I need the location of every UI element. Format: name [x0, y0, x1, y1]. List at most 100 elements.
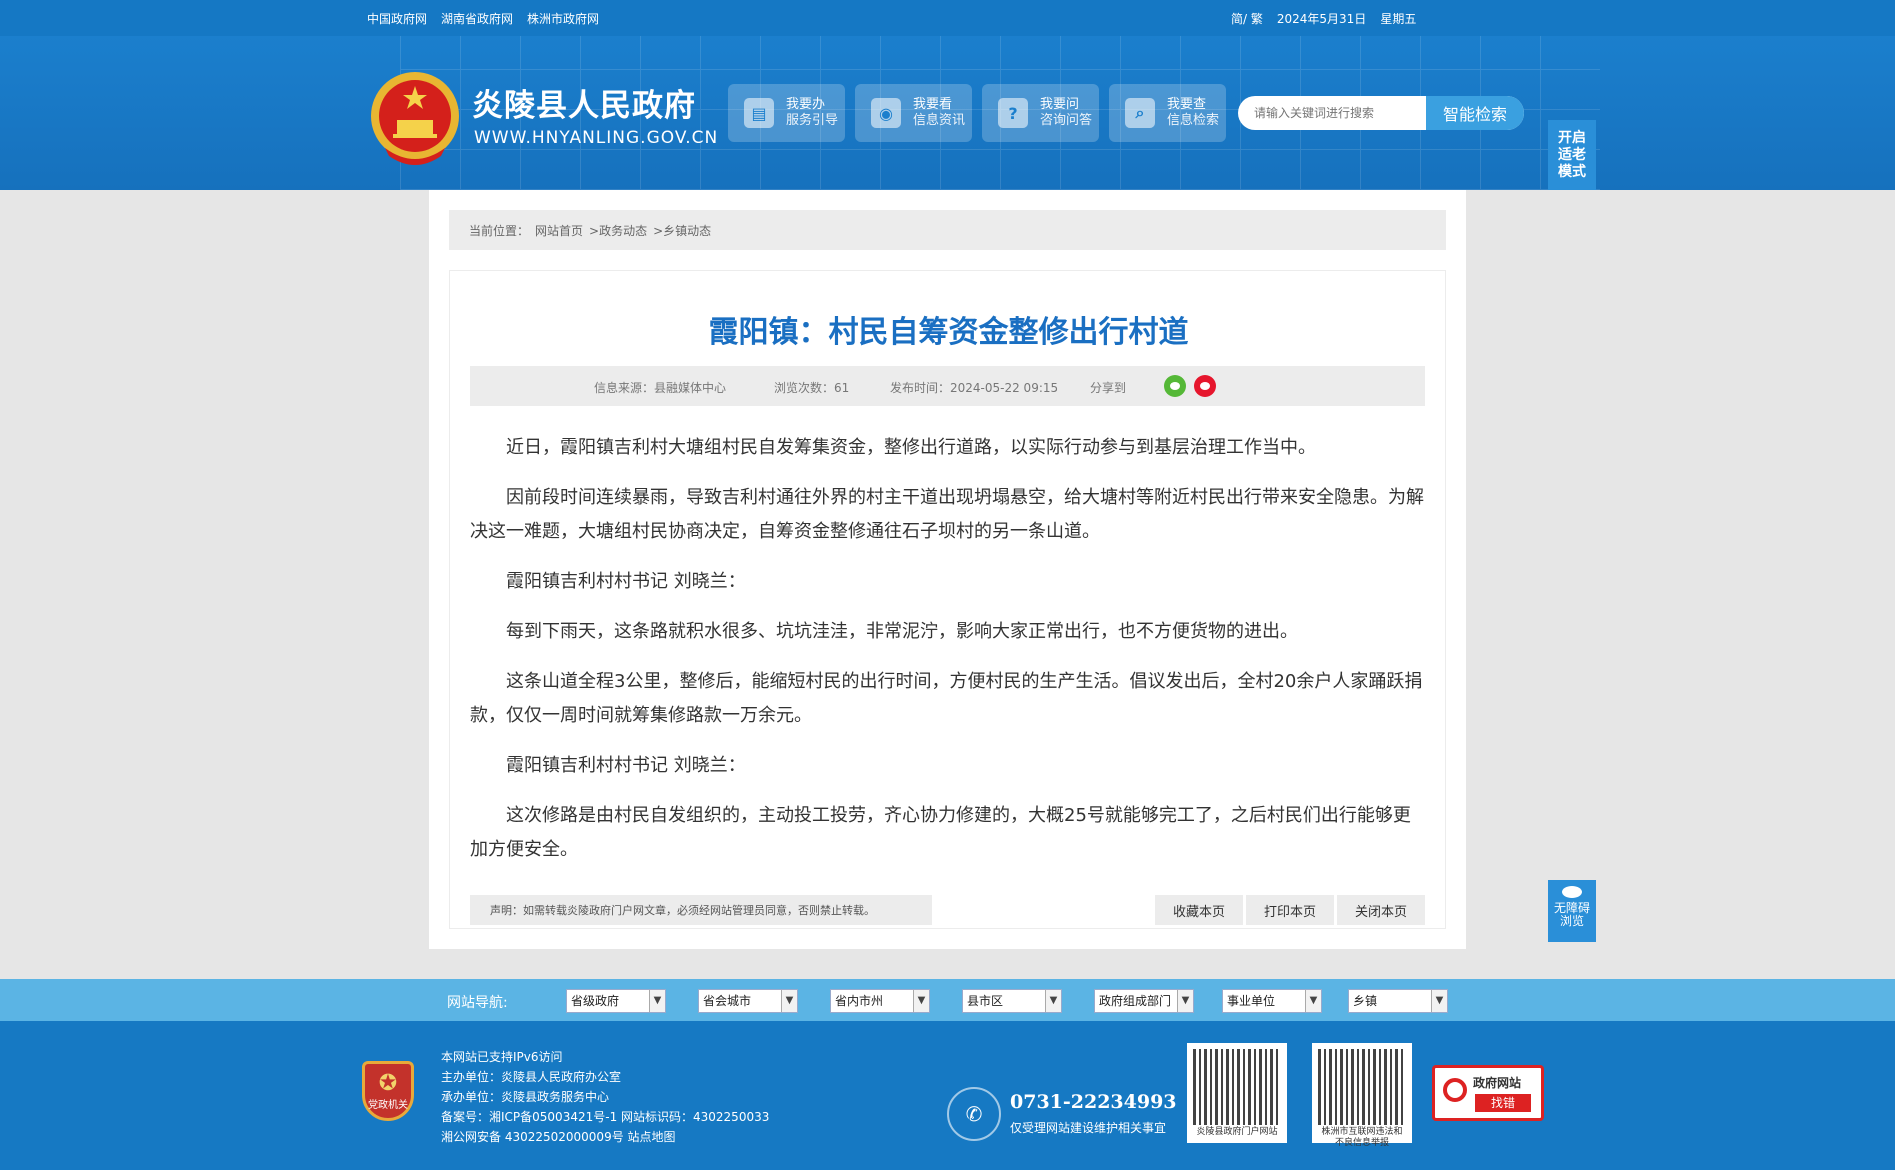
select-province-cities[interactable]: 省内市州 ▼ — [830, 989, 930, 1013]
badge-icon: ✪ — [378, 1071, 398, 1096]
weibo-share-icon[interactable] — [1194, 375, 1216, 397]
elder-mode-line3: 模式 — [1558, 164, 1586, 180]
top-right: 简/ 繁 2024年5月31日 星期五 — [1231, 10, 1416, 27]
select-value: 政府组成部门 — [1099, 994, 1172, 1008]
article-views: 浏览次数：61 — [774, 381, 850, 395]
eye-icon: ◉ — [871, 98, 901, 128]
breadcrumb-home[interactable]: 网站首页 — [535, 222, 583, 239]
link-gov-cn[interactable]: 中国政府网 — [367, 10, 427, 27]
wechat-share-icon[interactable] — [1164, 375, 1186, 397]
quick-view-button[interactable]: ◉ 我要看 信息资讯 — [855, 84, 972, 142]
select-value: 事业单位 — [1227, 994, 1276, 1008]
link-hunan-gov[interactable]: 湖南省政府网 — [441, 10, 513, 27]
chevron-down-icon: ▼ — [1177, 990, 1193, 1012]
qr-caption: 株洲市互联网违法和不良信息举报 — [1321, 1127, 1403, 1148]
quick-serve-title: 我要办 — [786, 97, 826, 112]
select-institutions[interactable]: 事业单位 ▼ — [1222, 989, 1322, 1013]
accessibility-button[interactable]: 无障碍 浏览 — [1548, 880, 1596, 942]
breadcrumb-gov-news[interactable]: >政务动态 — [589, 222, 647, 239]
chevron-down-icon: ▼ — [781, 990, 797, 1012]
gov-site-report-error-button[interactable]: 政府网站 找错 — [1432, 1065, 1544, 1121]
eye-icon — [1562, 886, 1582, 898]
chevron-down-icon: ▼ — [1431, 990, 1447, 1012]
quick-serve-sub: 服务引导 — [786, 113, 839, 128]
quick-search-button[interactable]: ⌕ 我要查 信息检索 — [1109, 84, 1226, 142]
print-button[interactable]: 打印本页 — [1246, 895, 1334, 925]
close-page-button[interactable]: 关闭本页 — [1337, 895, 1425, 925]
footer-icp[interactable]: 备案号：湘ICP备05003421号-1 网站标识码：4302250033 — [441, 1107, 769, 1127]
search-icon: ⌕ — [1125, 98, 1155, 128]
article-title: 霞阳镇：村民自筹资金整修出行村道 — [708, 315, 1189, 350]
select-value: 县市区 — [967, 994, 1004, 1008]
article: 霞阳镇：村民自筹资金整修出行村道 信息来源：县融媒体中心 浏览次数：61 发布时… — [449, 270, 1446, 929]
footer-police-record[interactable]: 湘公网安备 43022502000009号 站点地图 — [441, 1127, 769, 1147]
article-paragraph: 这次修路是由村民自发组织的，主动投工投劳，齐心协力修建的，大概25号就能够完工了… — [470, 805, 1411, 860]
top-links: 中国政府网 湖南省政府网 株洲市政府网 — [367, 10, 599, 27]
quick-ask-sub: 咨询问答 — [1040, 113, 1093, 128]
footer-phone: 0731-22234993 — [1010, 1091, 1177, 1113]
phone-icon: ✆ — [947, 1087, 1001, 1141]
doc-icon: ▤ — [744, 98, 774, 128]
a11y-line2: 浏览 — [1559, 914, 1584, 928]
site-nav-bar: 网站导航: 省级政府 ▼ 省会城市 ▼ 省内市州 ▼ 县市区 ▼ 政府组成部门 ▼ 事业单… — [0, 979, 1895, 1021]
footer-phone-note: 仅受理网站建设维护相关事宜 — [1010, 1121, 1167, 1135]
reprint-notice: 声明：如需转载炎陵政府门户网文章，必须经网站管理员同意，否则禁止转载。 — [470, 895, 932, 925]
article-paragraph: 每到下雨天，这条路就积水很多、坑坑洼洼，非常泥泞，影响大家正常出行，也不方便货物… — [506, 621, 1298, 642]
site-title[interactable]: 炎陵县人民政府 — [472, 80, 696, 125]
select-capital-city[interactable]: 省会城市 ▼ — [698, 989, 798, 1013]
qr-code-icon — [1193, 1049, 1281, 1125]
question-icon: ? — [998, 98, 1028, 128]
quick-search-title: 我要查 — [1167, 97, 1207, 112]
footer-ipv6: 本网站已支持IPv6访问 — [441, 1050, 563, 1064]
article-source: 信息来源：县融媒体中心 — [594, 381, 727, 395]
chevron-down-icon: ▼ — [649, 990, 665, 1012]
gov-find-label: 找错 — [1475, 1094, 1531, 1112]
breadcrumb-town-news[interactable]: >乡镇动态 — [653, 222, 711, 239]
lang-switch[interactable]: 简/ 繁 — [1231, 10, 1263, 27]
gov-find-title: 政府网站 — [1473, 1076, 1522, 1090]
select-value: 省内市州 — [835, 994, 884, 1008]
magnifier-icon — [1443, 1078, 1467, 1102]
footer-info: 本网站已支持IPv6访问 主办单位：炎陵县人民政府办公室 承办单位：炎陵县政务服… — [441, 1047, 769, 1147]
quick-search-sub: 信息检索 — [1167, 113, 1220, 128]
chevron-down-icon: ▼ — [913, 990, 929, 1012]
footer-host: 主办单位：炎陵县人民政府办公室 — [441, 1070, 622, 1084]
badge-label: 党政机关 — [368, 1100, 408, 1111]
footer-operator: 承办单位：炎陵县政务服务中心 — [441, 1090, 610, 1104]
qr-code-report: 株洲市互联网违法和不良信息举报 — [1312, 1043, 1412, 1148]
share-label: 分享到 — [1090, 381, 1127, 395]
article-body: 近日，霞阳镇吉利村大塘组村民自发筹集资金，整修出行道路，以实际行动参与到基层治理… — [470, 431, 1425, 883]
select-provincial-gov[interactable]: 省级政府 ▼ — [566, 989, 666, 1013]
quick-serve-button[interactable]: ▤ 我要办 服务引导 — [728, 84, 845, 142]
site-url: WWW.HNYANLING.GOV.CN — [474, 128, 719, 148]
site-footer: ✪ 党政机关 本网站已支持IPv6访问 主办单位：炎陵县人民政府办公室 承办单位… — [0, 1021, 1895, 1170]
breadcrumb-label: 当前位置： — [469, 223, 530, 238]
article-paragraph: 因前段时间连续暴雨，导致吉利村通往外界的村主干道出现坍塌悬空，给大塘村等附近村民… — [470, 487, 1424, 542]
select-towns[interactable]: 乡镇 ▼ — [1348, 989, 1448, 1013]
article-paragraph: 霞阳镇吉利村村书记 刘晓兰： — [506, 571, 746, 592]
select-value: 乡镇 — [1353, 994, 1378, 1008]
nav-label: 网站导航: — [447, 995, 508, 1011]
quick-ask-button[interactable]: ? 我要问 咨询问答 — [982, 84, 1099, 142]
party-gov-badge[interactable]: ✪ 党政机关 — [362, 1061, 414, 1121]
select-counties[interactable]: 县市区 ▼ — [962, 989, 1062, 1013]
national-emblem-icon — [371, 72, 459, 165]
elder-mode-line2: 适老 — [1558, 147, 1586, 163]
select-value: 省会城市 — [703, 994, 752, 1008]
article-paragraph: 近日，霞阳镇吉利村大塘组村民自发筹集资金，整修出行道路，以实际行动参与到基层治理… — [506, 437, 1316, 458]
elder-mode-button[interactable]: 开启 适老 模式 — [1548, 120, 1596, 190]
main-content: 当前位置： 网站首页 >政务动态 >乡镇动态 霞阳镇：村民自筹资金整修出行村道 … — [429, 190, 1466, 949]
select-gov-departments[interactable]: 政府组成部门 ▼ — [1094, 989, 1194, 1013]
search-button[interactable]: 智能检索 — [1426, 96, 1524, 130]
search-input[interactable] — [1238, 96, 1426, 130]
site-header: 炎陵县人民政府 WWW.HNYANLING.GOV.CN ▤ 我要办 服务引导 ◉… — [0, 36, 1895, 190]
top-bar: 中国政府网 湖南省政府网 株洲市政府网 简/ 繁 2024年5月31日 星期五 — [0, 0, 1895, 36]
breadcrumb: 当前位置： 网站首页 >政务动态 >乡镇动态 — [449, 210, 1446, 250]
article-paragraph: 这条山道全程3公里，整修后，能缩短村民的出行时间，方便村民的生产生活。倡议发出后… — [470, 671, 1423, 726]
article-published: 发布时间：2024-05-22 09:15 — [890, 381, 1059, 395]
bookmark-button[interactable]: 收藏本页 — [1155, 895, 1243, 925]
link-zhuzhou-gov[interactable]: 株洲市政府网 — [527, 10, 599, 27]
qr-caption: 炎陵县政府门户网站 — [1196, 1127, 1278, 1137]
top-weekday: 星期五 — [1380, 12, 1417, 26]
quick-view-sub: 信息资讯 — [913, 113, 966, 128]
